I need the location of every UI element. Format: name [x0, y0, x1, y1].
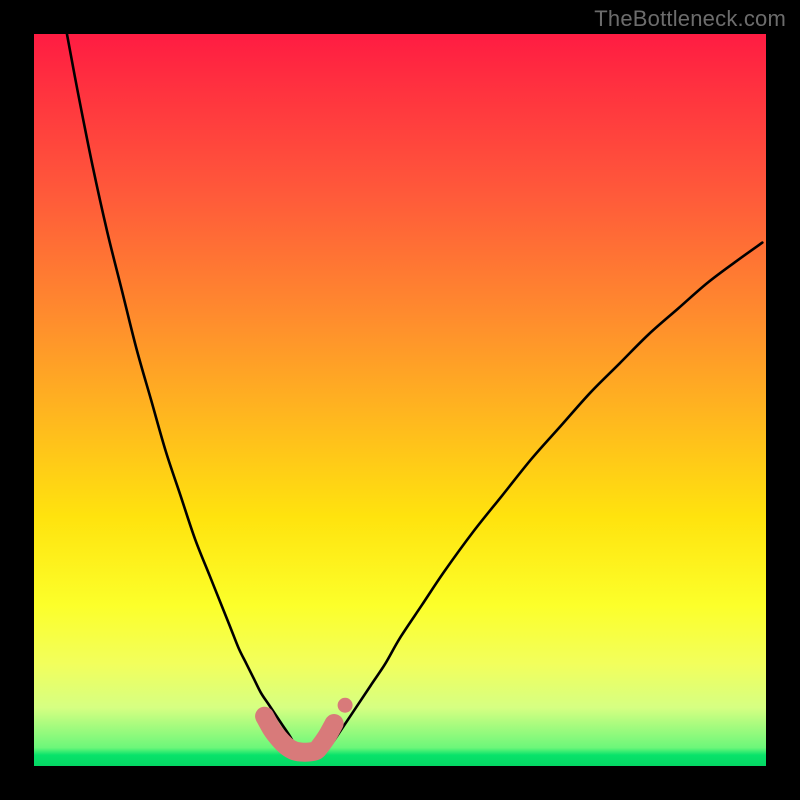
watermark-text: TheBottleneck.com: [594, 6, 786, 32]
plot-area: [34, 34, 766, 766]
curve-layer: [34, 34, 766, 766]
outer-frame: TheBottleneck.com: [0, 0, 800, 800]
right-branch-curve: [328, 243, 762, 748]
trough-marker-dot: [338, 698, 353, 713]
trough-marker-stroke: [265, 716, 335, 752]
left-branch-curve: [67, 34, 296, 748]
